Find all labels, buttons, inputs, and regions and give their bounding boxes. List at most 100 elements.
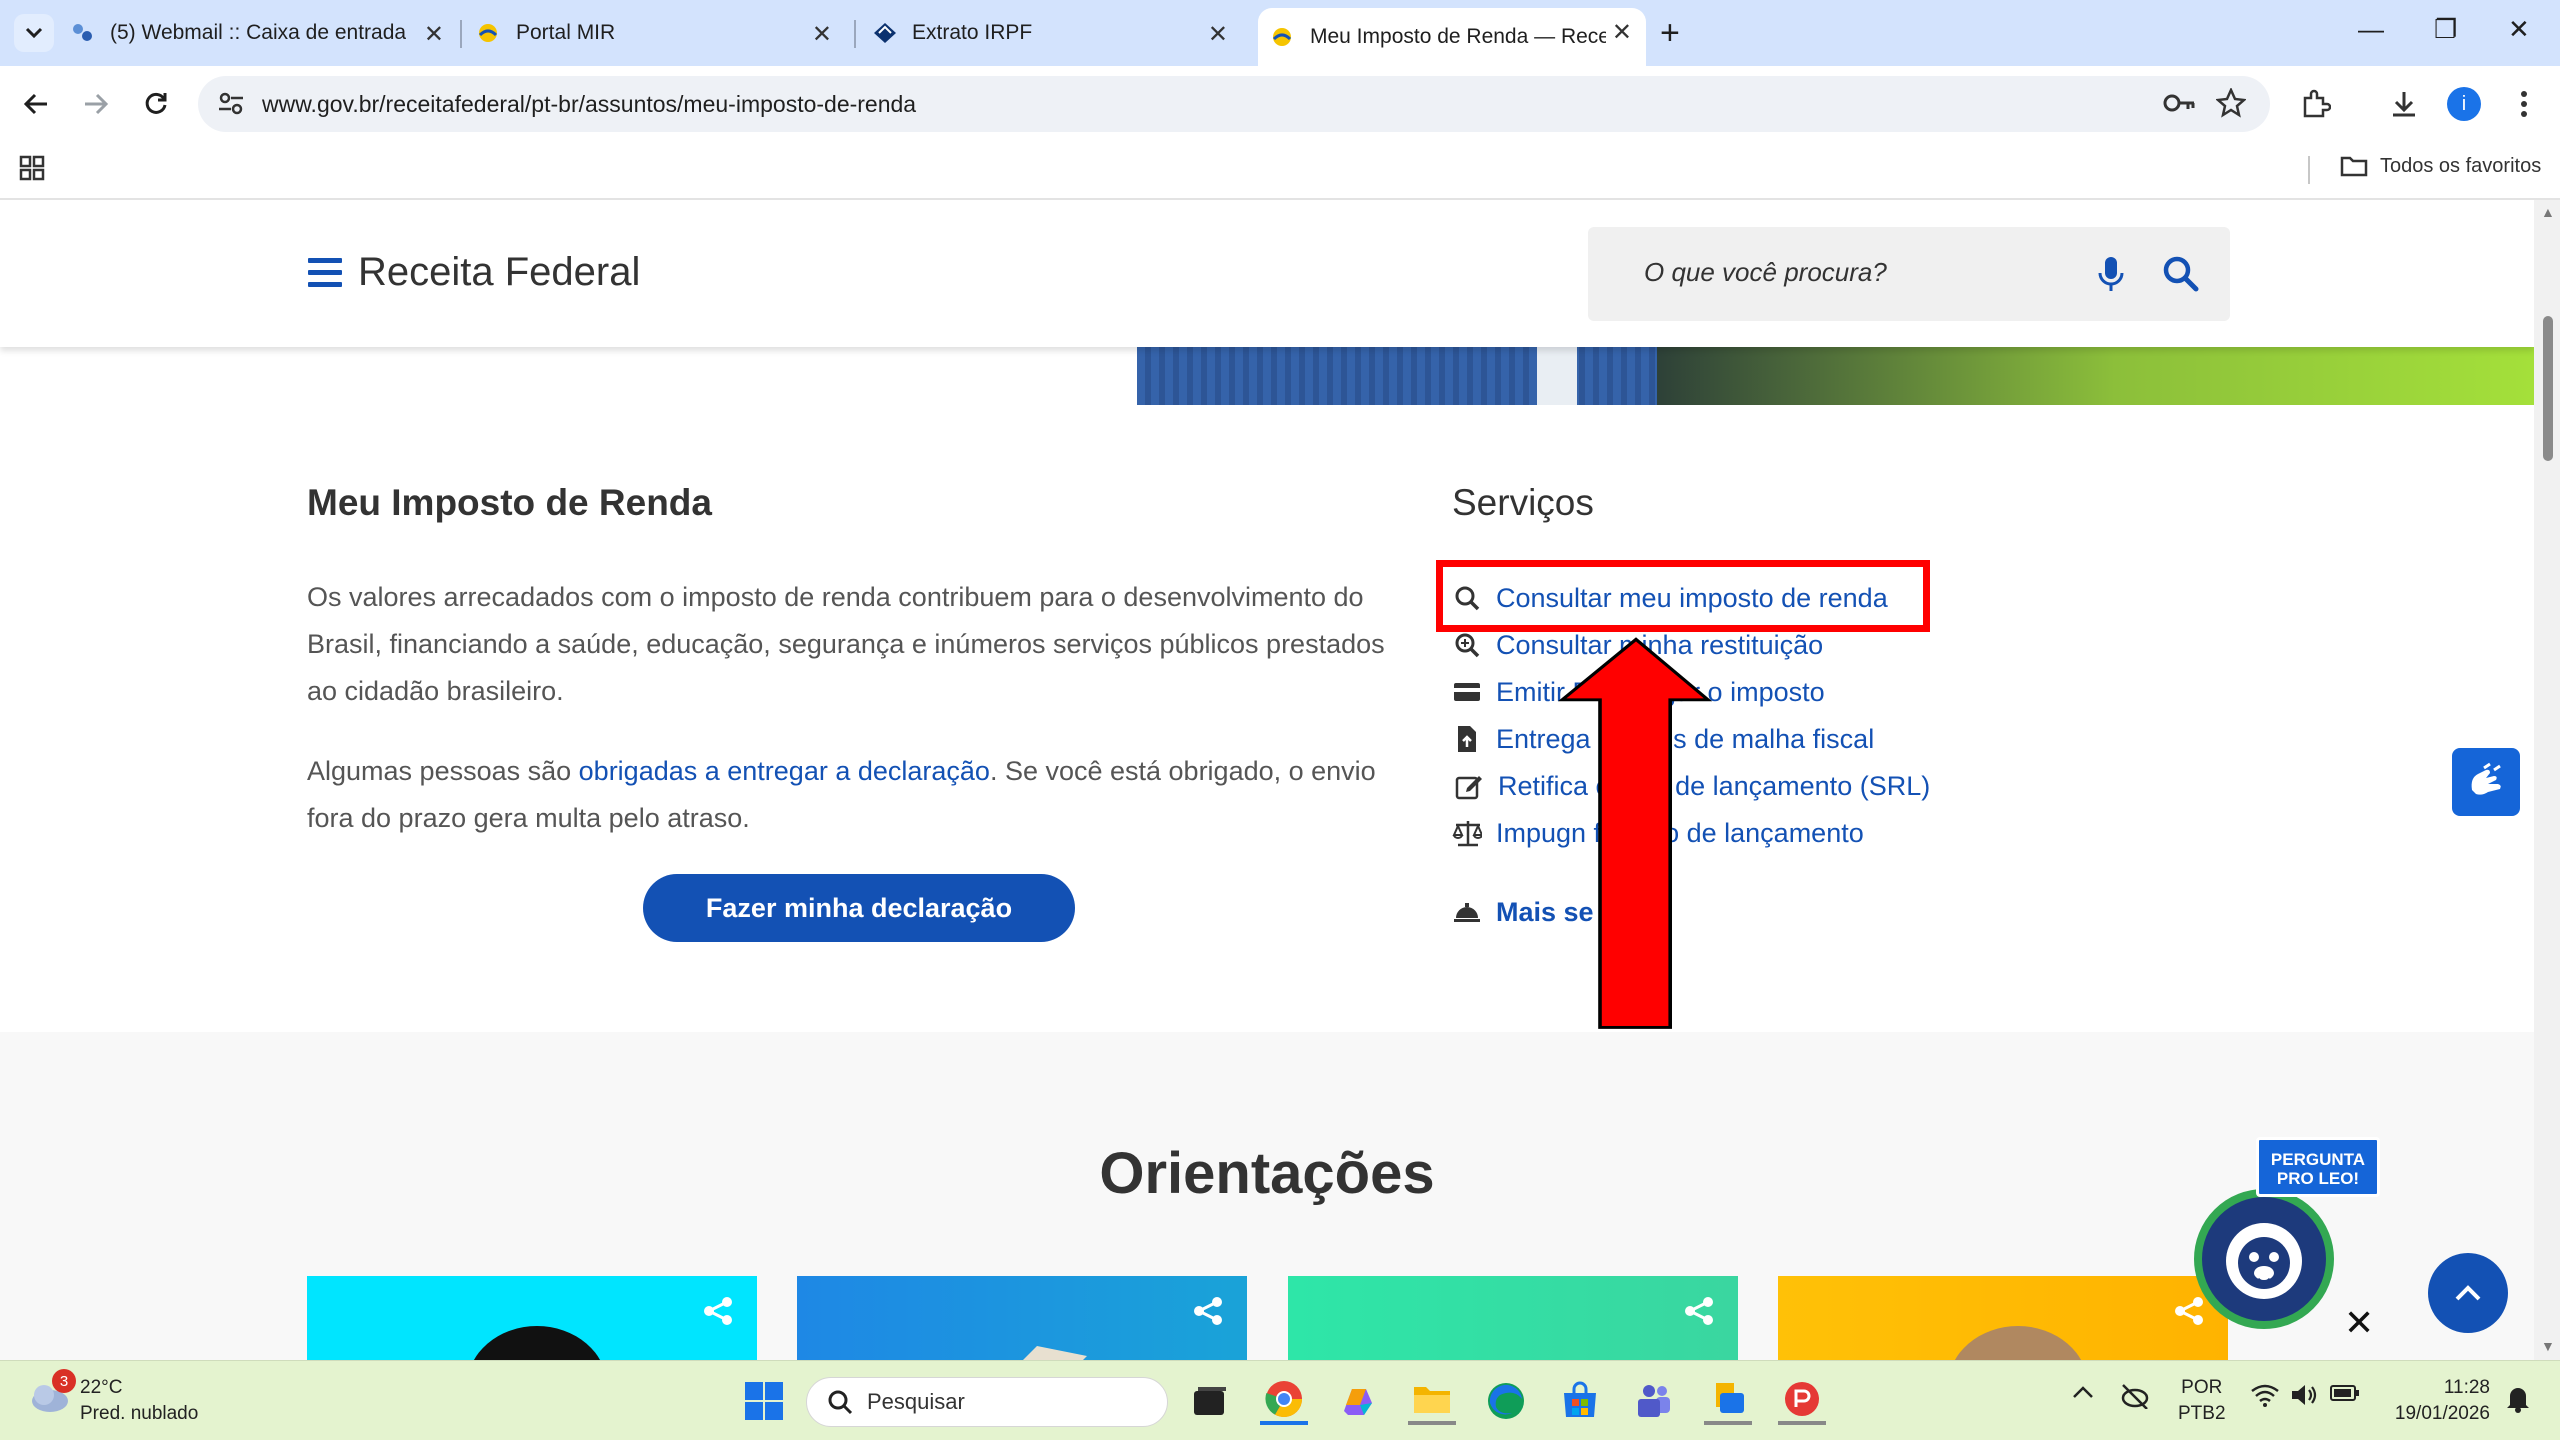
orientacao-card[interactable] [1778, 1276, 2228, 1360]
tab-divider [854, 20, 856, 48]
store-taskbar-app[interactable] [1556, 1377, 1604, 1425]
highlight-box [1436, 560, 1930, 632]
lang-line2: PTB2 [2178, 1403, 2226, 1424]
browser-menu-button[interactable] [2502, 82, 2546, 126]
windows-logo-icon [745, 1382, 783, 1420]
page-scrollbar[interactable]: ▲ ▼ [2534, 200, 2560, 1360]
leo-badge: PERGUNTA PRO LEO! [2256, 1137, 2380, 1197]
close-window-button[interactable]: ✕ [2508, 14, 2530, 45]
hamburger-menu-icon[interactable] [308, 258, 342, 288]
scroll-up-arrow-icon[interactable]: ▲ [2541, 204, 2555, 220]
file-transfer-taskbar-app[interactable] [1704, 1377, 1752, 1425]
input-language-indicator[interactable]: POR PTB2 [2178, 1375, 2226, 1427]
obligation-link[interactable]: obrigadas a entregar a declaração [579, 756, 990, 786]
fazer-declaracao-button[interactable]: Fazer minha declaração [643, 874, 1075, 942]
bookmarks-divider [2308, 156, 2310, 184]
close-icon[interactable]: ✕ [1612, 18, 1632, 47]
password-key-icon[interactable] [2162, 88, 2196, 123]
task-view-button[interactable] [1186, 1377, 1234, 1425]
search-placeholder: O que você procura? [1644, 257, 1887, 287]
forward-button[interactable] [76, 84, 116, 124]
notifications-icon[interactable] [2504, 1383, 2532, 1418]
kebab-menu-icon [2521, 91, 2527, 117]
obligation-text-start: Algumas pessoas são [307, 756, 579, 786]
all-bookmarks-button[interactable]: Todos os favoritos [2340, 154, 2541, 178]
obligation-paragraph: Algumas pessoas são obrigadas a entregar… [307, 748, 1417, 842]
lang-line1: POR [2181, 1377, 2223, 1398]
close-icon[interactable]: ✕ [2344, 1302, 2374, 1344]
hero-image [1137, 347, 2534, 405]
tab-meu-imposto-de-renda[interactable]: Meu Imposto de Renda — Rece ✕ [1258, 8, 1646, 66]
teams-taskbar-app[interactable] [1630, 1377, 1678, 1425]
profile-button[interactable]: i [2442, 82, 2486, 126]
weather-widget[interactable]: 3 22°C Pred. nublado [26, 1369, 198, 1427]
site-settings-icon[interactable] [216, 88, 246, 123]
chevron-up-icon [2455, 1285, 2481, 1301]
arrow-left-icon [23, 93, 47, 115]
system-clock[interactable]: 11:28 19/01/2026 [2384, 1375, 2490, 1427]
edge-taskbar-app[interactable] [1482, 1377, 1530, 1425]
chrome-taskbar-app[interactable] [1260, 1377, 1308, 1425]
avatar: i [2447, 87, 2481, 121]
reload-icon [145, 92, 167, 114]
reload-button[interactable] [136, 84, 176, 124]
vlibras-accessibility-button[interactable] [2452, 748, 2520, 816]
scroll-down-arrow-icon[interactable]: ▼ [2541, 1338, 2555, 1354]
tab-bar: (5) Webmail :: Caixa de entrada ✕ Portal… [0, 0, 2560, 66]
file-explorer-taskbar-app[interactable] [1408, 1377, 1456, 1425]
close-icon[interactable]: ✕ [424, 20, 444, 49]
omnibox[interactable]: www.gov.br/receitafederal/pt-br/assuntos… [198, 76, 2270, 132]
section-title: Meu Imposto de Renda [307, 482, 712, 523]
close-icon[interactable]: ✕ [1208, 20, 1228, 49]
pdf-taskbar-app[interactable] [1778, 1377, 1826, 1425]
chevron-down-icon [25, 27, 43, 39]
battery-icon[interactable] [2330, 1383, 2360, 1408]
clock-date: 19/01/2026 [2394, 1403, 2490, 1424]
back-to-top-button[interactable] [2428, 1253, 2508, 1333]
show-hidden-icons-button[interactable] [2072, 1383, 2094, 1404]
tab-divider [460, 20, 462, 48]
edit-icon [1454, 771, 1484, 801]
file-upload-icon [1452, 724, 1482, 754]
share-icon[interactable] [1193, 1296, 1223, 1331]
orientacao-card[interactable] [797, 1276, 1247, 1360]
gov-icon [476, 21, 500, 45]
back-button[interactable] [16, 84, 56, 124]
service-bell-icon [1452, 897, 1482, 927]
share-icon[interactable] [703, 1296, 733, 1331]
download-icon [2393, 92, 2415, 117]
orientacao-card[interactable] [1288, 1276, 1738, 1360]
taskbar-search[interactable]: Pesquisar [806, 1377, 1168, 1427]
close-icon[interactable]: ✕ [812, 20, 832, 49]
site-search-input[interactable]: O que você procura? [1588, 227, 2230, 321]
clock-time: 11:28 [2443, 1377, 2490, 1398]
windows-start-button[interactable] [740, 1377, 788, 1425]
new-tab-button[interactable]: + [1660, 14, 1680, 53]
search-icon[interactable] [2162, 255, 2200, 298]
tab-portal-mir[interactable]: Portal MIR ✕ [476, 8, 846, 58]
folder-icon [1414, 1387, 1450, 1413]
share-icon[interactable] [1684, 1296, 1714, 1331]
teams-icon [1638, 1385, 1670, 1417]
site-brand[interactable]: Receita Federal [358, 250, 640, 295]
extensions-button[interactable] [2294, 82, 2338, 126]
tab-search-button[interactable] [14, 14, 54, 52]
downloads-button[interactable] [2382, 82, 2426, 126]
tab-label: Meu Imposto de Renda — Rece [1310, 25, 1606, 48]
orientacao-card[interactable] [307, 1276, 757, 1360]
puzzle-icon [2303, 89, 2331, 118]
apps-grid-icon[interactable] [18, 154, 46, 187]
wifi-icon[interactable] [2250, 1383, 2280, 1412]
weather-alert-badge: 3 [52, 1369, 76, 1393]
tab-webmail[interactable]: (5) Webmail :: Caixa de entrada ✕ [70, 8, 458, 58]
sync-off-icon[interactable] [2120, 1383, 2150, 1414]
address-toolbar: www.gov.br/receitafederal/pt-br/assuntos… [0, 66, 2560, 142]
volume-icon[interactable] [2290, 1383, 2320, 1412]
minimize-button[interactable]: — [2358, 14, 2384, 45]
star-icon[interactable] [2215, 86, 2247, 123]
copilot-taskbar-app[interactable] [1334, 1377, 1382, 1425]
scroll-thumb[interactable] [2543, 316, 2553, 461]
restore-button[interactable]: ❐ [2434, 14, 2457, 45]
microphone-icon[interactable] [2096, 255, 2126, 298]
tab-extrato-irpf[interactable]: Extrato IRPF ✕ [872, 8, 1242, 58]
